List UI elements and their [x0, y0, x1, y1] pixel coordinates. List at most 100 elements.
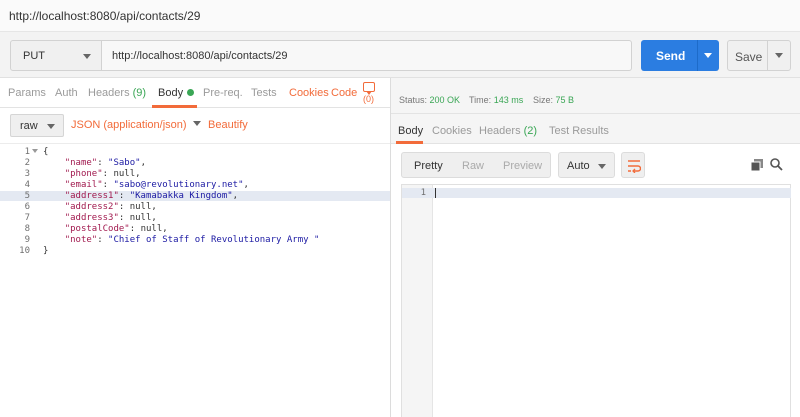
chevron-down-icon [47, 124, 55, 129]
editor-line: 2 "name": "Sabo", [0, 158, 390, 168]
response-pane: Status: 200 OK Time: 143 ms Size: 75 B B… [391, 78, 800, 417]
url-input[interactable]: http://localhost:8080/api/contacts/29 [102, 40, 632, 71]
editor-line: 10 } [0, 246, 390, 256]
content-type-select[interactable]: JSON (application/json) [71, 119, 201, 131]
save-divider [767, 41, 768, 70]
request-body-editor[interactable]: 1 { 2 "name": "Sabo", 3 "phone": null, 4… [0, 144, 390, 417]
line-number: 4 [24, 180, 30, 190]
tab-headers-count: (9) [132, 87, 147, 99]
tab-headers[interactable]: Headers (9) [88, 87, 146, 99]
pretty-button[interactable]: Pretty [414, 160, 443, 172]
tab-tests[interactable]: Tests [251, 87, 277, 99]
response-tab-body[interactable]: Body [398, 125, 423, 137]
response-line-highlighted [402, 188, 791, 198]
line-number: 1 [420, 188, 426, 198]
save-options-chevron-icon[interactable] [775, 53, 783, 58]
search-icon[interactable] [770, 158, 783, 171]
editor-line-highlighted: 5 "address1": "Kamabakka Kingdom", [0, 191, 390, 201]
tab-body[interactable]: Body [158, 87, 195, 99]
editor-line: 9 "note": "Chief of Staff of Revolutiona… [0, 235, 390, 245]
chevron-down-icon [192, 121, 201, 126]
response-tab-headers[interactable]: Headers (2) [479, 125, 537, 137]
copy-icon[interactable] [751, 159, 763, 171]
wrap-lines-button[interactable] [621, 152, 645, 178]
request-bar: PUT http://localhost:8080/api/contacts/2… [0, 32, 800, 78]
status-value: 200 OK [429, 95, 461, 105]
body-mode-label: raw [20, 120, 38, 132]
send-divider [697, 40, 698, 71]
response-tabs: Body Cookies Headers (2) Test Results [391, 114, 800, 144]
line-number: 9 [24, 235, 30, 245]
tab-auth[interactable]: Auth [55, 87, 78, 99]
format-select[interactable]: Auto [558, 152, 615, 178]
line-number: 6 [24, 202, 30, 212]
response-view-bar: Pretty Raw Preview Auto [401, 152, 791, 182]
send-button[interactable]: Send [641, 40, 719, 71]
time-value: 143 ms [493, 95, 524, 105]
save-button[interactable]: Save [727, 40, 791, 71]
view-mode-group: Pretty Raw Preview [401, 152, 551, 178]
fold-arrow-icon[interactable] [32, 149, 38, 153]
line-number: 7 [24, 213, 30, 223]
cookies-link[interactable]: Cookies [289, 87, 329, 99]
code-link[interactable]: Code [331, 87, 357, 99]
content-type-label: JSON (application/json) [71, 119, 187, 131]
comments-count: (0) [363, 94, 374, 104]
body-status-dot [187, 89, 195, 96]
comment-icon[interactable] [363, 82, 375, 95]
request-tabs: Params Auth Headers (9) Body Pre-req. Te… [0, 78, 390, 108]
chevron-down-icon [83, 54, 91, 59]
text-cursor [435, 188, 436, 198]
editor-line: 4 "email": "sabo@revolutionary.net", [0, 180, 390, 190]
response-tab-test-results[interactable]: Test Results [549, 125, 609, 137]
window-titlebar: http://localhost:8080/api/contacts/29 [0, 0, 800, 32]
code-text: "note": "Chief of Staff of Revolutionary… [64, 235, 320, 245]
code-text: "name": "Sabo", [64, 158, 146, 168]
code-text: "address3": null, [64, 213, 157, 223]
body-mode-select[interactable]: raw [10, 114, 64, 137]
response-gutter [402, 185, 433, 417]
size-info: Size: 75 B [533, 95, 575, 105]
code-text: "phone": null, [64, 169, 141, 179]
line-number: 8 [24, 224, 30, 234]
active-tab-indicator [396, 141, 423, 144]
code-text: "email": "sabo@revolutionary.net", [64, 180, 249, 190]
code-text: "postalCode": null, [64, 224, 168, 234]
line-number: 5 [24, 191, 30, 201]
tab-params[interactable]: Params [8, 87, 46, 99]
window-title: http://localhost:8080/api/contacts/29 [9, 9, 201, 23]
code-text: } [43, 246, 49, 256]
raw-button[interactable]: Raw [462, 160, 484, 172]
tab-prereq[interactable]: Pre-req. [203, 87, 243, 99]
editor-line: 1 { [0, 147, 390, 157]
tab-headers-label: Headers [88, 87, 130, 99]
beautify-button[interactable]: Beautify [208, 119, 248, 131]
tab-body-label: Body [158, 87, 184, 99]
size-value: 75 B [555, 95, 575, 105]
status-info: Status: 200 OK [399, 95, 461, 105]
line-number: 1 [24, 147, 30, 157]
method-select[interactable]: PUT [10, 40, 102, 71]
line-number: 3 [24, 169, 30, 179]
time-info: Time: 143 ms [469, 95, 524, 105]
format-label: Auto [567, 160, 590, 172]
preview-button[interactable]: Preview [503, 160, 542, 172]
editor-line: 3 "phone": null, [0, 169, 390, 179]
url-value: http://localhost:8080/api/contacts/29 [112, 50, 288, 62]
code-text: "address1": "Kamabakka Kingdom", [64, 191, 239, 201]
send-label: Send [656, 49, 686, 63]
editor-line: 7 "address3": null, [0, 213, 390, 223]
code-text: "address2": null, [64, 202, 157, 212]
save-label: Save [735, 50, 763, 64]
method-label: PUT [23, 50, 45, 62]
response-body-viewer[interactable]: 1 [401, 184, 791, 417]
chevron-down-icon [598, 164, 606, 169]
response-status-bar: Status: 200 OK Time: 143 ms Size: 75 B [391, 78, 800, 114]
wrap-lines-icon [628, 160, 641, 173]
response-tab-cookies[interactable]: Cookies [432, 125, 472, 137]
editor-line: 6 "address2": null, [0, 202, 390, 212]
body-options-bar: raw JSON (application/json) Beautify [0, 108, 390, 144]
line-number: 2 [24, 158, 30, 168]
code-text: { [43, 147, 49, 157]
send-options-chevron-icon[interactable] [704, 53, 712, 58]
